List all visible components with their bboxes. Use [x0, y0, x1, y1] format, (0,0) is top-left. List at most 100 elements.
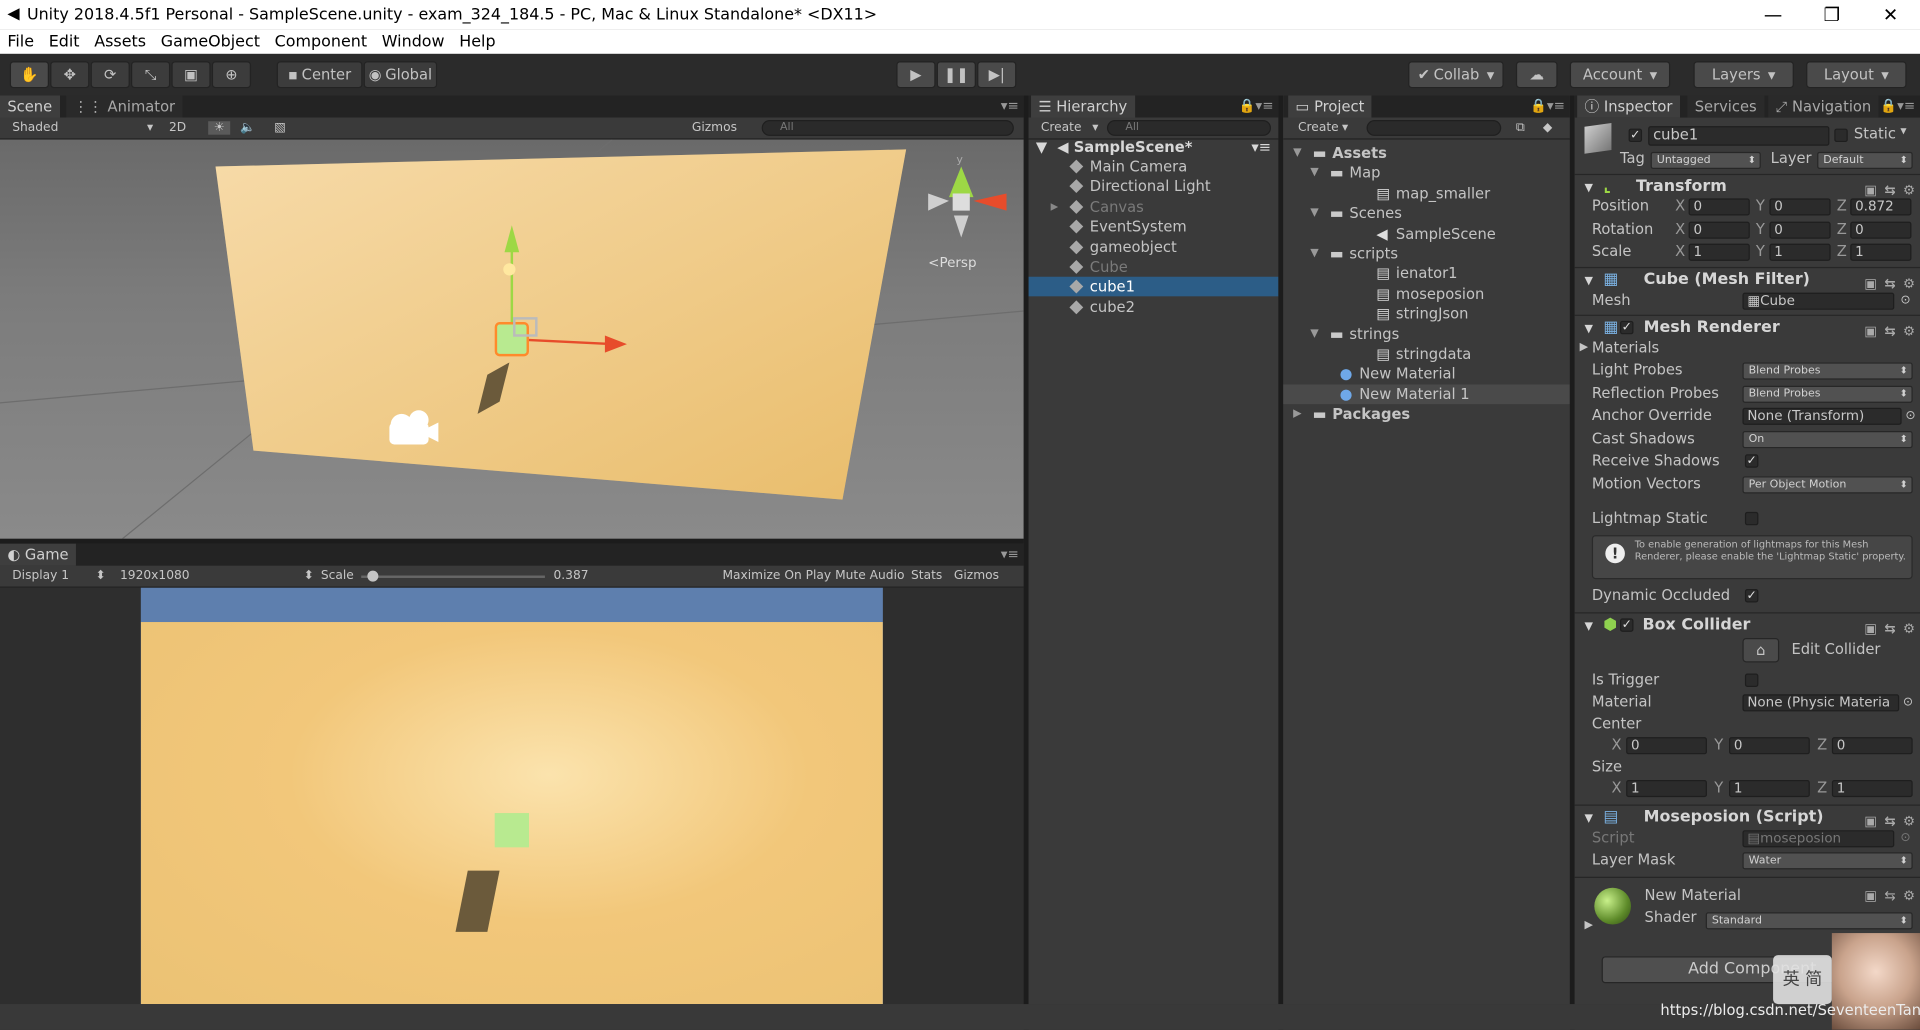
active-checkbox[interactable]: ✓	[1628, 128, 1643, 143]
lighting-toggle[interactable]: ☀	[208, 121, 231, 135]
object-picker-icon[interactable]: ⊙	[1905, 405, 1915, 426]
expand-arrow-icon[interactable]: ▶	[1293, 404, 1301, 424]
lock-icon[interactable]: 🔒▾≡	[1880, 98, 1915, 114]
project-create-dropdown[interactable]: Create	[1298, 121, 1339, 134]
motion-vectors-dropdown[interactable]: Per Object Motion	[1742, 476, 1913, 494]
static-checkbox[interactable]	[1834, 128, 1848, 143]
reflection-probes-dropdown[interactable]: Blend Probes	[1742, 385, 1913, 403]
mesh-field[interactable]: ▦Cube	[1742, 292, 1895, 310]
menu-component[interactable]: Component	[267, 32, 374, 50]
menu-file[interactable]: File	[0, 32, 41, 50]
game-gizmos-dropdown[interactable]: Gizmos	[954, 569, 999, 582]
project-item[interactable]: ▶ ▬ Packages	[1283, 404, 1570, 424]
ime-indicator[interactable]: 英 简	[1773, 955, 1832, 1005]
edit-collider-button[interactable]: ⌂	[1742, 637, 1780, 663]
project-item[interactable]: ▤ stringJson	[1283, 304, 1570, 324]
object-picker-icon[interactable]: ⊙	[1900, 828, 1910, 849]
transform-scale-y-input[interactable]: 1	[1769, 243, 1831, 261]
hierarchy-item[interactable]: EventSystem	[1029, 217, 1279, 237]
filter-label-icon[interactable]: ◆	[1543, 121, 1552, 134]
tab-services[interactable]: Services	[1687, 95, 1765, 118]
tab-game[interactable]: ◐ Game	[0, 543, 76, 566]
menu-edit[interactable]: Edit	[41, 32, 87, 50]
rect-tool-button[interactable]: ▣	[171, 61, 211, 89]
script-header[interactable]: ▼ ▤ Moseposion (Script) ▣ ⇆ ⚙	[1574, 804, 1920, 829]
rotate-tool-button[interactable]: ⟳	[90, 61, 130, 89]
help-icon[interactable]: ▣	[1864, 617, 1877, 641]
transform-position-z-input[interactable]: 0.872	[1850, 198, 1912, 216]
collider-size-y-input[interactable]: 1	[1728, 780, 1810, 798]
collider-material-field[interactable]: None (Physic Materia	[1742, 694, 1900, 712]
close-button[interactable]: ✕	[1861, 0, 1920, 29]
layers-dropdown[interactable]: Layers ▼	[1693, 61, 1794, 89]
transform-scale-x-input[interactable]: 1	[1688, 243, 1750, 261]
lock-icon[interactable]: 🔒▾≡	[1530, 98, 1565, 114]
transform-rotation-x-input[interactable]: 0	[1688, 221, 1750, 239]
box-collider-enabled-checkbox[interactable]: ✓	[1620, 618, 1634, 632]
project-item[interactable]: ▤ moseposion	[1283, 284, 1570, 304]
game-panel-menu-icon[interactable]: ▾≡	[1001, 546, 1019, 562]
object-name-input[interactable]: cube1	[1648, 126, 1830, 146]
project-search-input[interactable]	[1366, 120, 1502, 136]
scale-slider-thumb[interactable]	[366, 570, 378, 582]
project-item[interactable]: ▼ ▬ strings	[1283, 324, 1570, 344]
collider-size-x-input[interactable]: 1	[1626, 780, 1707, 798]
project-item[interactable]: ▼ ▬ Scenes	[1283, 203, 1570, 223]
menu-gameobject[interactable]: GameObject	[153, 32, 267, 50]
anchor-override-field[interactable]: None (Transform)	[1742, 407, 1902, 425]
tab-animator[interactable]: ⋮⋮ Animator	[66, 95, 183, 118]
expand-arrow-icon[interactable]: ▼	[1310, 244, 1318, 264]
hierarchy-item[interactable]: cube1	[1028, 277, 1279, 297]
hierarchy-item[interactable]: Directional Light	[1029, 177, 1279, 197]
tag-dropdown[interactable]: Untagged	[1650, 151, 1761, 169]
help-icon[interactable]: ▣	[1864, 888, 1877, 904]
transform-tool-button[interactable]: ⊕	[211, 61, 252, 89]
expand-arrow-icon[interactable]: ▼	[1293, 143, 1301, 163]
collider-center-y-input[interactable]: 0	[1728, 737, 1810, 755]
hierarchy-create-dropdown[interactable]: Create	[1041, 121, 1082, 134]
project-item[interactable]: ● New Material 1	[1283, 384, 1570, 404]
hand-tool-button[interactable]: ✋	[9, 61, 49, 89]
expand-arrow-icon[interactable]: ▶	[1051, 197, 1059, 217]
minimize-button[interactable]: —	[1744, 0, 1803, 29]
layer-dropdown[interactable]: Default	[1817, 151, 1913, 169]
project-item[interactable]: ▤ stringdata	[1283, 344, 1570, 364]
cloud-button[interactable]: ☁	[1515, 61, 1558, 89]
restore-button[interactable]: ❐	[1802, 0, 1861, 29]
tab-inspector[interactable]: ⓘ Inspector	[1577, 95, 1680, 118]
lightmap-static-checkbox[interactable]	[1744, 511, 1759, 526]
hierarchy-item[interactable]: gameobject	[1029, 237, 1279, 257]
preset-icon[interactable]: ⇆	[1884, 888, 1895, 904]
tab-scene[interactable]: Scene	[0, 95, 60, 118]
dynamic-occluded-checkbox[interactable]: ✓	[1744, 588, 1759, 603]
layout-dropdown[interactable]: Layout ▼	[1806, 61, 1907, 89]
materials-row[interactable]: ▶ Materials	[1575, 338, 1920, 359]
transform-scale-z-input[interactable]: 1	[1850, 243, 1912, 261]
transform-rotation-y-input[interactable]: 0	[1769, 221, 1831, 239]
hierarchy-item[interactable]: Main Camera	[1029, 157, 1279, 177]
tab-project[interactable]: ▭ Project	[1288, 95, 1372, 118]
object-picker-icon[interactable]: ⊙	[1903, 692, 1913, 713]
scale-slider[interactable]	[361, 570, 545, 582]
display-dropdown[interactable]: Display 1	[12, 569, 69, 582]
is-trigger-checkbox[interactable]	[1744, 673, 1759, 687]
project-item[interactable]: ▼ ▬ scripts	[1283, 244, 1570, 264]
stats-toggle[interactable]: Stats	[911, 569, 942, 582]
panel-menu-icon[interactable]: ▾≡	[1001, 98, 1019, 114]
filter-type-icon[interactable]: ⧉	[1516, 121, 1525, 134]
static-dropdown[interactable]: ▾	[1900, 125, 1906, 138]
scene-viewport[interactable]: y <Persp	[0, 139, 1024, 539]
scene-menu-icon[interactable]: ▾≡	[1251, 137, 1271, 157]
hierarchy-item[interactable]: cube2	[1029, 297, 1279, 317]
mute-audio-toggle[interactable]: Mute Audio	[835, 569, 904, 582]
expand-arrow-icon[interactable]: ▼	[1310, 163, 1318, 183]
tab-hierarchy[interactable]: ☰ Hierarchy	[1031, 95, 1135, 118]
pivot-global-button[interactable]: ◉ Global	[363, 61, 438, 89]
hierarchy-item[interactable]: ▶ Canvas	[1029, 197, 1279, 217]
transform-header[interactable]: ▼ ⌞ Transform ▣ ⇆ ⚙	[1574, 173, 1920, 198]
box-collider-header[interactable]: ▼ ⬢ ✓ Box Collider ▣ ⇆ ⚙	[1574, 612, 1920, 637]
collider-center-x-input[interactable]: 0	[1626, 737, 1707, 755]
effects-toggle[interactable]: ▧	[274, 121, 286, 134]
transform-position-x-input[interactable]: 0	[1688, 198, 1750, 216]
collider-size-z-input[interactable]: 1	[1831, 780, 1913, 798]
